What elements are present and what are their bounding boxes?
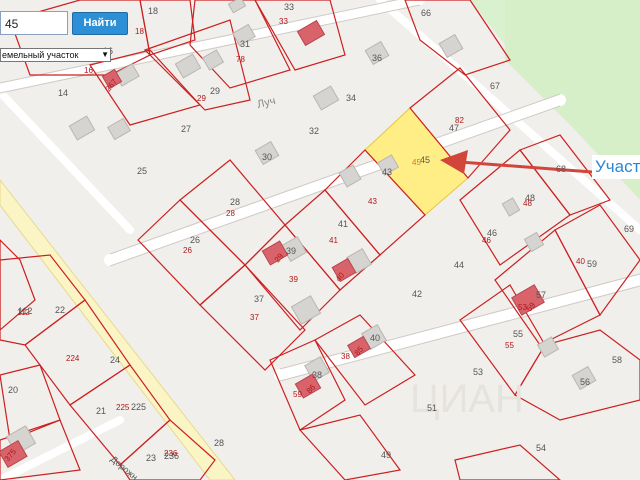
gray-label: 31 bbox=[240, 39, 250, 49]
red-label: 26 bbox=[183, 246, 192, 255]
gray-label: 28 bbox=[214, 438, 224, 448]
gray-label: 25 bbox=[137, 166, 147, 176]
red-label: 39 bbox=[289, 275, 298, 284]
red-label: 37 bbox=[250, 313, 259, 322]
red-label: 43 bbox=[368, 197, 377, 206]
chevron-down-icon: ▼ bbox=[101, 50, 109, 59]
gray-label: 41 bbox=[338, 219, 348, 229]
gray-label: 51 bbox=[427, 403, 437, 413]
gray-label: 26 bbox=[190, 235, 200, 245]
gray-label: 54 bbox=[536, 443, 546, 453]
gray-label: 38 bbox=[312, 370, 322, 380]
gray-label: 37 bbox=[254, 294, 264, 304]
gray-label: 44 bbox=[454, 260, 464, 270]
street-label-luch: Луч bbox=[256, 95, 277, 111]
gray-label: 66 bbox=[421, 8, 431, 18]
gray-label: 53 bbox=[473, 367, 483, 377]
gray-label: 69 bbox=[624, 224, 634, 234]
red-label: 28 bbox=[226, 209, 235, 218]
red-label: 16 bbox=[84, 66, 93, 75]
gray-label: 57 bbox=[536, 290, 546, 300]
search-button[interactable]: Найти bbox=[72, 12, 128, 35]
street-label-road: Дорожн bbox=[109, 454, 140, 480]
red-label: 236 bbox=[164, 449, 178, 458]
gray-label: 55 bbox=[513, 329, 523, 339]
red-label: 38 bbox=[341, 352, 350, 361]
red-label: 78 bbox=[236, 55, 245, 64]
gray-label: 43 bbox=[382, 167, 392, 177]
gray-label: 68 bbox=[556, 164, 566, 174]
gray-label: 59 bbox=[587, 259, 597, 269]
object-type-select[interactable]: емельный участок ▼ bbox=[0, 48, 111, 62]
gray-label: 34 bbox=[346, 93, 356, 103]
gray-label: 49 bbox=[381, 450, 391, 460]
gray-label: 32 bbox=[309, 126, 319, 136]
red-label: 55 bbox=[505, 341, 514, 350]
gray-label: 14 bbox=[58, 88, 68, 98]
gray-label: 33 bbox=[284, 2, 294, 12]
gray-label: 45 bbox=[420, 155, 430, 165]
red-label: 41 bbox=[329, 236, 338, 245]
red-label: 18 bbox=[135, 27, 144, 36]
red-label: 45 bbox=[412, 158, 421, 167]
red-label: 224 bbox=[66, 354, 80, 363]
search-input[interactable]: 45 bbox=[0, 11, 68, 35]
red-label: 82 bbox=[455, 116, 464, 125]
cadastral-map[interactable]: ЦИАН Луч Дорожн 18 16 14 33 31 29 27 25 … bbox=[0, 0, 640, 480]
red-label: 112 bbox=[17, 308, 30, 317]
red-label: 29 bbox=[197, 94, 206, 103]
gray-label: 67 bbox=[490, 81, 500, 91]
gray-label: 42 bbox=[412, 289, 422, 299]
gray-label: 20 bbox=[8, 385, 18, 395]
gray-label: 36 bbox=[372, 53, 382, 63]
red-label: 225 bbox=[116, 403, 130, 412]
gray-label: 21 bbox=[96, 406, 106, 416]
gray-label: 18 bbox=[148, 6, 158, 16]
red-label: 33 bbox=[279, 17, 288, 26]
watermark-text: ЦИАН bbox=[410, 377, 524, 421]
gray-label: 27 bbox=[181, 124, 191, 134]
red-label: 40 bbox=[576, 257, 585, 266]
gray-label: 24 bbox=[110, 355, 120, 365]
parcel-callout-label: Участ bbox=[592, 155, 640, 179]
gray-label: 30 bbox=[262, 152, 272, 162]
gray-label: 23 bbox=[146, 453, 156, 463]
gray-label: 22 bbox=[55, 305, 65, 315]
gray-label: 225 bbox=[131, 402, 146, 412]
object-type-selected: емельный участок bbox=[2, 50, 79, 60]
gray-label: 56 bbox=[580, 377, 590, 387]
gray-label: 58 bbox=[612, 355, 622, 365]
gray-label: 40 bbox=[370, 333, 380, 343]
gray-label: 29 bbox=[210, 86, 220, 96]
gray-label: 28 bbox=[230, 197, 240, 207]
red-label: 46 bbox=[482, 236, 491, 245]
red-label: 59 bbox=[293, 390, 302, 399]
gray-label: 39 bbox=[286, 246, 296, 256]
red-label: 48 bbox=[523, 199, 532, 208]
